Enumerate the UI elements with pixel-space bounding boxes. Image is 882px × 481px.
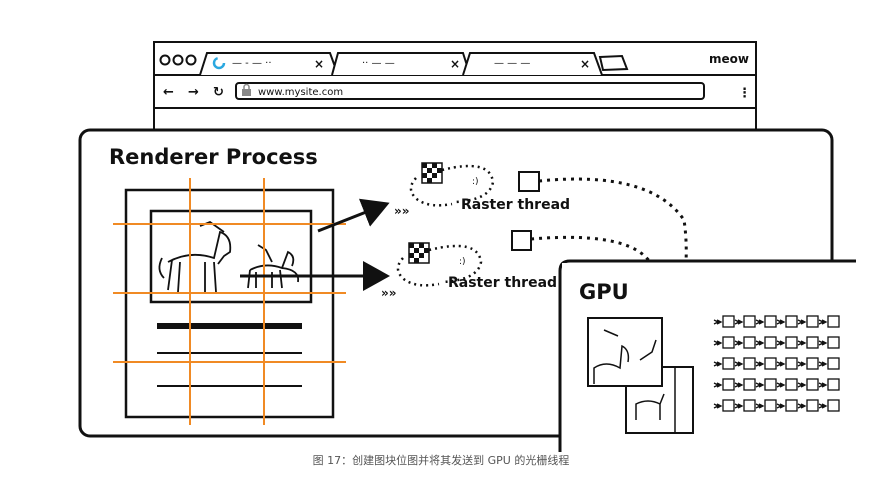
raster-thread-1-label: Raster thread [461,197,570,213]
raster-thread-2-label: Raster thread [448,275,557,291]
tab-2[interactable]: ·· — — × [331,52,471,76]
browser-window: — - — ·· × ·· — — × — — — × meow ← → ↻ w… [153,41,757,133]
tab-1-close-icon[interactable]: × [314,57,324,71]
raster-output-tile-1 [518,171,540,192]
thread-spin-icon: »» [394,204,410,218]
menu-kebab-icon[interactable]: ⋮ [738,86,751,101]
figure-caption: 图 17：创建图块位图并将其发送到 GPU 的光栅线程 [312,454,570,467]
gpu-title: GPU [579,280,629,304]
address-url: www.mysite.com [258,87,343,98]
reload-icon[interactable]: ↻ [213,85,224,100]
back-arrow-icon[interactable]: ← [163,85,174,100]
browser-brand: meow [709,52,749,66]
renderer-process-title: Renderer Process [109,145,318,169]
new-tab-button[interactable] [598,54,629,72]
forward-arrow-icon[interactable]: → [188,85,199,100]
tab-2-title: ·· — — [362,58,395,69]
tab-3-title: — — — [494,58,530,69]
bitmap-tile-icon [408,242,430,264]
bitmap-tile-icon [421,162,443,184]
thread-face-icon: :) [472,177,479,187]
tab-3-close-icon[interactable]: × [580,57,590,71]
thread-face-icon: :) [459,257,466,267]
diagram-canvas: — - — ·· × ·· — — × — — — × meow ← → ↻ w… [78,41,856,452]
thread-spin-icon: »» [381,286,397,300]
tab-2-close-icon[interactable]: × [450,57,460,71]
raster-output-tile-2 [511,230,532,251]
tab-1[interactable]: — - — ·· × [199,52,339,76]
tab-3[interactable]: — — — × [462,52,603,76]
tab-1-title: — - — ·· [232,58,272,69]
